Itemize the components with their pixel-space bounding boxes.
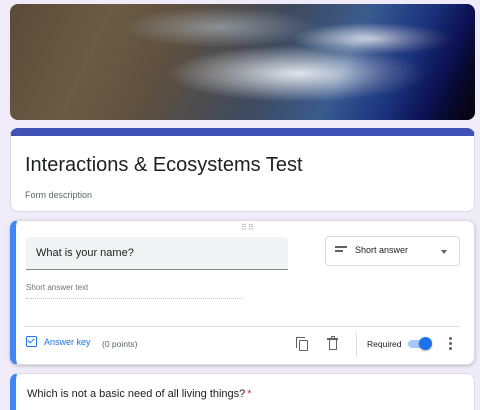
required-asterisk: * (247, 388, 252, 400)
question-type-label: Short answer (355, 245, 409, 255)
footer-separator (356, 333, 357, 357)
more-options-icon[interactable] (449, 337, 452, 352)
points-label: (0 points) (102, 339, 138, 349)
question-title-text: Which is not a basic need of all living … (27, 388, 246, 400)
answer-key-label: Answer key (44, 336, 91, 347)
header-banner-image (10, 4, 475, 120)
drag-handle-icon[interactable]: ⠿⠿ (241, 223, 255, 232)
form-title-card[interactable]: Interactions & Ecosystems Test Form desc… (10, 128, 475, 212)
short-answer-icon (335, 246, 347, 254)
duplicate-icon[interactable] (296, 337, 310, 351)
form-title[interactable]: Interactions & Ecosystems Test (25, 154, 303, 177)
question-card[interactable]: Which is not a basic need of all living … (10, 373, 475, 410)
question-type-dropdown[interactable]: Short answer (325, 236, 460, 266)
required-toggle[interactable] (408, 337, 432, 350)
answer-key-button[interactable]: Answer key (26, 336, 91, 347)
checkbox-icon (26, 336, 37, 347)
dropdown-arrow-icon (441, 250, 447, 254)
short-answer-placeholder: Short answer text (26, 283, 242, 299)
delete-icon[interactable] (327, 336, 338, 350)
footer-divider (24, 326, 460, 327)
question-card-active[interactable]: ⠿⠿ What is your name? Short answer Short… (10, 220, 475, 365)
form-description-field[interactable]: Form description (25, 190, 92, 200)
question-title: Which is not a basic need of all living … (27, 388, 252, 400)
question-title-input[interactable]: What is your name? (26, 237, 288, 270)
required-label: Required (367, 339, 402, 349)
